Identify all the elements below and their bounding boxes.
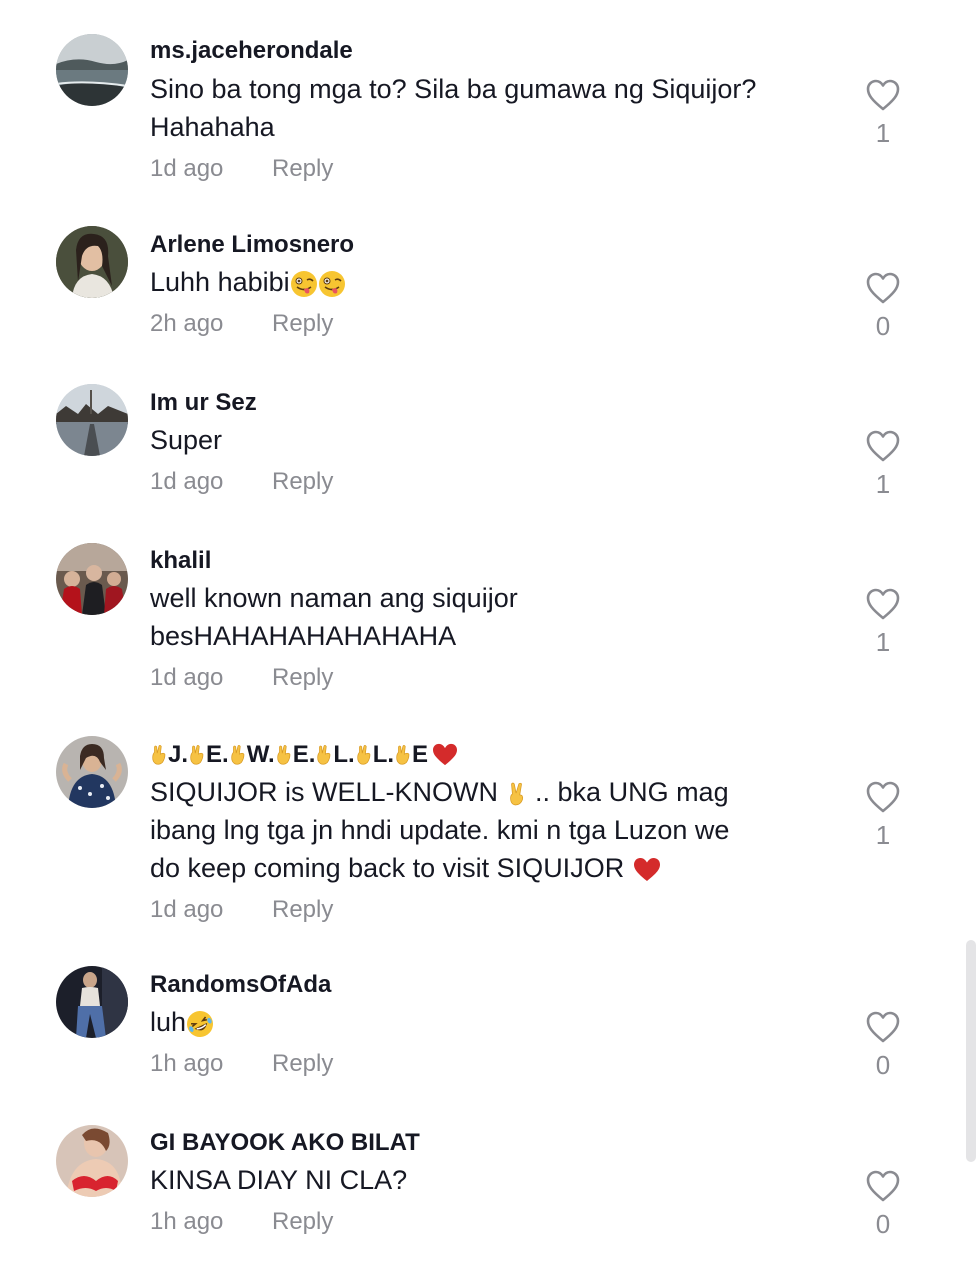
crossed-fingers-emoji xyxy=(150,744,168,766)
avatar[interactable] xyxy=(56,966,128,1038)
like-count: 0 xyxy=(875,311,891,341)
username-part: L. xyxy=(333,741,355,768)
comment-meta: 1h ago Reply xyxy=(150,1049,830,1079)
comment-text-line: do keep coming back to visit SIQUIJOR xyxy=(150,849,830,887)
comment-text-line: SIQUIJOR is WELL-KNOWN .. bka UNG mag xyxy=(150,773,830,811)
crossed-fingers-emoji xyxy=(394,744,412,766)
heart-outline-icon[interactable] xyxy=(865,1010,901,1044)
heart-outline-icon[interactable] xyxy=(865,587,901,621)
comment-text-line: ibang lng tga jn hndi update. kmi n tga … xyxy=(150,815,730,845)
like-count: 0 xyxy=(875,1209,891,1239)
comment-text-line: besHAHAHAHAHAHAHA xyxy=(150,621,457,651)
scrollbar[interactable] xyxy=(966,940,976,1162)
red-heart-emoji xyxy=(632,857,662,883)
username-part: E. xyxy=(292,741,316,768)
like-count: 1 xyxy=(875,820,891,850)
comment-text: Super xyxy=(150,421,830,459)
like-control: 0 xyxy=(858,1010,908,1080)
heart-outline-icon[interactable] xyxy=(865,271,901,305)
heart-outline-icon[interactable] xyxy=(865,78,901,112)
comment-text-line: Hahahaha xyxy=(150,112,275,142)
heart-outline-icon[interactable] xyxy=(865,429,901,463)
username[interactable]: Im ur Sez xyxy=(150,388,830,418)
comment-meta: 1d ago Reply xyxy=(150,154,830,184)
username[interactable]: GI BAYOOK AKO BILAT xyxy=(150,1128,830,1158)
comment-text-line: KINSA DIAY NI CLA? xyxy=(150,1165,408,1195)
winking-tongue-emoji xyxy=(290,270,318,298)
username[interactable]: Arlene Limosnero xyxy=(150,230,830,260)
victory-hand-emoji xyxy=(506,781,528,807)
timestamp: 1h ago xyxy=(150,1208,224,1235)
username-part: W. xyxy=(246,741,275,768)
like-control: 1 xyxy=(858,587,908,657)
comment-text-line: luh xyxy=(150,1007,187,1037)
comment-text: KINSA DIAY NI CLA? xyxy=(150,1161,830,1199)
like-count: 1 xyxy=(875,118,891,148)
crossed-fingers-emoji xyxy=(315,744,333,766)
reply-button[interactable]: Reply xyxy=(272,467,333,497)
comment-meta: 2h ago Reply xyxy=(150,309,830,339)
crossed-fingers-emoji xyxy=(275,744,293,766)
comment-text-segment: .. bka UNG mag xyxy=(527,777,729,807)
comment-text-line: Luhh habibi xyxy=(150,267,290,297)
avatar[interactable] xyxy=(56,543,128,615)
avatar[interactable] xyxy=(56,226,128,298)
avatar[interactable] xyxy=(56,1125,128,1197)
comment-text: SIQUIJOR is WELL-KNOWN .. bka UNG mag ib… xyxy=(150,773,830,887)
like-control: 0 xyxy=(858,271,908,341)
like-count: 0 xyxy=(875,1050,891,1080)
timestamp: 1d ago xyxy=(150,468,224,495)
comment-meta: 1d ago Reply xyxy=(150,663,830,693)
heart-outline-icon[interactable] xyxy=(865,780,901,814)
username-part: J. xyxy=(168,741,189,768)
reply-button[interactable]: Reply xyxy=(272,309,333,339)
avatar[interactable] xyxy=(56,384,128,456)
like-control: 0 xyxy=(858,1169,908,1239)
timestamp: 1d ago xyxy=(150,155,224,182)
username-part: E. xyxy=(206,741,229,768)
comment-meta: 1d ago Reply xyxy=(150,467,830,497)
comment-meta: 1d ago Reply xyxy=(150,895,830,925)
timestamp: 1d ago xyxy=(150,664,224,691)
username[interactable]: RandomsOfAda xyxy=(150,970,830,1000)
comment-text-segment: do keep coming back to visit SIQUIJOR xyxy=(150,853,632,883)
comment-text-line: well known naman ang siquijor xyxy=(150,583,518,613)
like-count: 1 xyxy=(875,469,891,499)
crossed-fingers-emoji xyxy=(355,744,373,766)
timestamp: 1d ago xyxy=(150,896,224,923)
avatar[interactable] xyxy=(56,736,128,808)
reply-button[interactable]: Reply xyxy=(272,1207,333,1237)
username[interactable]: khalil xyxy=(150,546,830,576)
comment-text-line: Super xyxy=(150,425,223,455)
reply-button[interactable]: Reply xyxy=(272,1049,333,1079)
username[interactable]: J. E. W. E. L. L. E xyxy=(150,740,830,770)
like-control: 1 xyxy=(858,780,908,850)
crossed-fingers-emoji xyxy=(188,744,206,766)
comment-text-line: Sino ba tong mga to? Sila ba gumawa ng S… xyxy=(150,74,757,104)
avatar[interactable] xyxy=(56,34,128,106)
like-count: 1 xyxy=(875,627,891,657)
red-heart-emoji xyxy=(432,743,458,767)
heart-outline-icon[interactable] xyxy=(865,1169,901,1203)
reply-button[interactable]: Reply xyxy=(272,154,333,184)
username[interactable]: ms.jaceherondale xyxy=(150,36,830,66)
comment-meta: 1h ago Reply xyxy=(150,1207,830,1237)
like-control: 1 xyxy=(858,78,908,148)
timestamp: 2h ago xyxy=(150,310,224,337)
like-control: 1 xyxy=(858,429,908,499)
winking-tongue-emoji xyxy=(318,270,346,298)
comment-text: luh xyxy=(150,1003,830,1041)
comment-text: Sino ba tong mga to? Sila ba gumawa ng S… xyxy=(150,70,830,146)
comment-text-segment: SIQUIJOR is WELL-KNOWN xyxy=(150,777,506,807)
timestamp: 1h ago xyxy=(150,1050,224,1077)
comment-text: well known naman ang siquijor besHAHAHAH… xyxy=(150,579,830,655)
rolling-laughing-emoji xyxy=(186,1010,214,1038)
username-part: L. xyxy=(372,741,395,768)
username-part: E xyxy=(412,741,429,768)
reply-button[interactable]: Reply xyxy=(272,663,333,693)
crossed-fingers-emoji xyxy=(229,744,247,766)
comment-text: Luhh habibi xyxy=(150,263,830,301)
reply-button[interactable]: Reply xyxy=(272,895,333,925)
